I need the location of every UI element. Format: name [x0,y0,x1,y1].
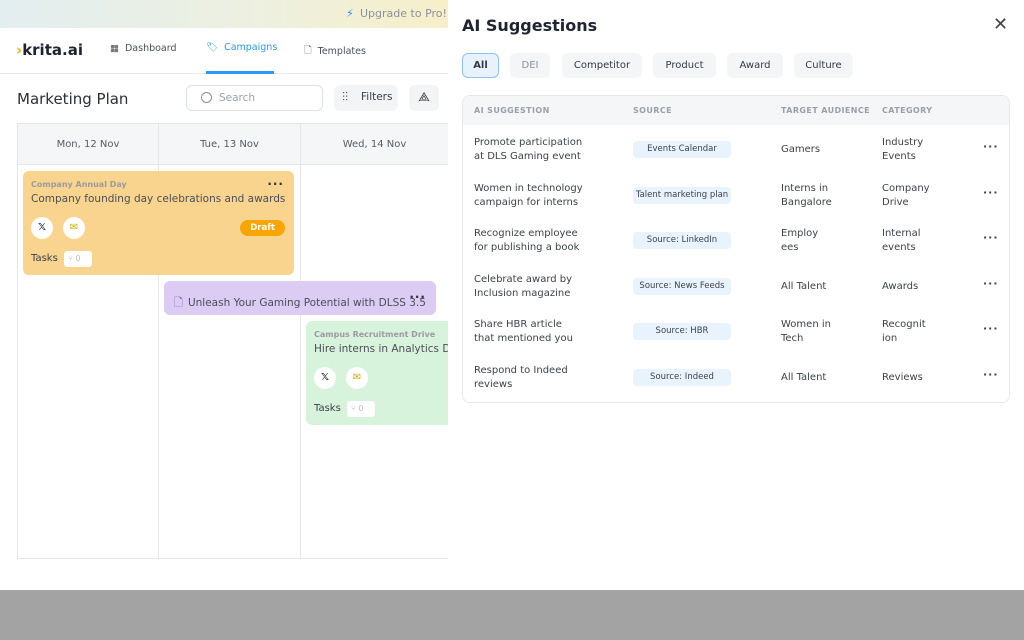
ai-suggestions-panel: AI Suggestions ✕ All DEI Competitor Prod… [448,0,1024,590]
more-icon[interactable]: ··· [409,290,426,304]
tasks-label: Tasks [314,403,341,414]
event-category: Company Annual Day [31,180,127,189]
x-icon: 𝕏 [314,367,336,389]
day-header: Tue, 13 Nov [159,124,301,165]
source-badge: Source: News Feeds [633,277,731,295]
close-icon[interactable]: ✕ [993,14,1008,35]
audience-text: Gamers [781,144,821,155]
task-count[interactable]: ⑂ 0 [64,251,92,267]
suggestion-text: Share HBR article that mentioned you [474,319,573,344]
x-icon: 𝕏 [31,217,53,239]
more-icon[interactable]: ··· [983,231,999,245]
column-header: SOURCE [633,106,672,115]
file-icon: 🗋 [304,45,312,56]
table-row[interactable]: Women in technology campaign for interns… [463,174,1009,219]
nav-templates[interactable]: 🗋 Templates [304,43,366,59]
bottom-bar [0,590,1024,640]
audience-text: All Talent [781,280,827,292]
column-header: TARGET AUDIENCE [781,106,871,115]
table-row[interactable]: Celebrate award by Inclusion magazine So… [463,265,1009,310]
nav-campaigns[interactable]: 🏷 Campaigns [206,42,277,53]
email-icon: ✉ [63,217,85,239]
search-input[interactable]: Search [186,85,323,111]
category-text: Internal events [882,228,921,253]
table-row[interactable]: Respond to Indeed reviews Source: Indeed… [463,356,1009,401]
upgrade-banner[interactable]: ⚡ Upgrade to Pro! C [0,0,458,28]
event-card[interactable]: Company Annual Day Company founding day … [23,171,294,275]
category-text: Company Drive [882,182,930,208]
event-title: Unleash Your Gaming Potential with DLSS … [187,297,426,309]
more-icon[interactable]: ··· [983,277,999,291]
active-tab-indicator [206,71,274,74]
column-header: AI SUGGESTION [474,106,550,115]
category-text: Recognit ion [882,319,926,344]
more-icon[interactable]: ··· [983,186,999,200]
table-header: AI SUGGESTION SOURCE TARGET AUDIENCE CAT… [463,96,1009,125]
audience-text: Women in Tech [781,319,831,344]
day-header: Wed, 14 Nov [301,124,449,165]
page-title: Marketing Plan [17,90,129,108]
tag-icon: 🏷 [206,42,219,53]
suggestion-text: Recognize employee for publishing a book [474,228,580,253]
nav-dashboard[interactable]: ▦ Dashboard [110,43,177,54]
document-icon: 🗋 [174,296,183,309]
table-row[interactable]: Share HBR article that mentioned you Sou… [463,310,1009,355]
top-nav: ›krita.ai ▦ Dashboard 🏷 Campaigns 🗋 Templat… [0,28,448,74]
event-card[interactable]: 🗋 Unleash Your Gaming Potential with DLS… [164,281,436,315]
category-text: Reviews [882,371,923,383]
more-icon[interactable]: ··· [983,322,999,336]
panel-title: AI Suggestions [462,16,598,35]
filter-chip-dei[interactable]: DEI [510,53,550,78]
share-button[interactable]: ⟁ [409,85,439,111]
bolt-icon: ⚡ [346,7,354,20]
more-icon[interactable]: ··· [983,140,999,154]
suggestion-text: Celebrate award by Inclusion magazine [474,273,573,299]
filter-chip-award[interactable]: Award [727,53,783,78]
tasks-label: Tasks [31,253,58,264]
filter-chip-competitor[interactable]: Competitor [562,53,642,78]
source-badge: Source: HBR [633,323,731,340]
table-row[interactable]: Recognize employee for publishing a book… [463,219,1009,264]
suggestions-table: AI SUGGESTION SOURCE TARGET AUDIENCE CAT… [462,95,1010,403]
suggestion-text: Respond to Indeed reviews [474,364,568,390]
email-icon: ✉ [346,367,368,389]
status-badge: Draft [240,220,285,236]
audience-text: Employ ees [781,228,819,253]
filters-button[interactable]: ⫶⫶ Filters [334,85,398,111]
event-card[interactable]: Campus Recruitment Drive Hire interns in… [306,321,456,425]
event-category: Campus Recruitment Drive [314,330,436,339]
search-icon [201,92,212,103]
category-text: Industry Events [882,137,924,162]
more-icon[interactable]: ··· [983,368,999,382]
upgrade-link[interactable]: Upgrade to Pro! C [360,7,458,20]
category-text: Awards [882,280,919,292]
share-icon: ⟁ [418,90,430,105]
source-badge: Source: Indeed [633,368,731,386]
event-title: Company founding day celebrations and aw… [31,193,286,205]
suggestion-text: Promote participation at DLS Gaming even… [474,137,583,162]
audience-text: Interns in Bangalore [781,182,832,208]
source-badge: Talent marketing plan [633,186,731,204]
source-badge: Source: LinkedIn [633,232,731,249]
table-row[interactable]: Promote participation at DLS Gaming even… [463,128,1009,173]
task-count[interactable]: ⑂ 0 [347,401,375,417]
suggestion-text: Women in technology campaign for interns [474,182,583,208]
source-badge: Events Calendar [633,141,731,158]
logo[interactable]: ›krita.ai [16,41,83,59]
filter-chip-all[interactable]: All [462,53,499,78]
grid-icon: ▦ [110,43,119,54]
sliders-icon: ⫶⫶ [342,90,349,104]
day-header: Mon, 12 Nov [18,124,159,165]
more-icon[interactable]: ··· [267,177,284,191]
audience-text: All Talent [781,371,827,383]
column-header: CATEGORY [882,106,933,115]
event-title: Hire interns in Analytics Division [314,343,448,355]
filter-chip-culture[interactable]: Culture [794,53,853,78]
filter-chip-product[interactable]: Product [653,53,716,78]
